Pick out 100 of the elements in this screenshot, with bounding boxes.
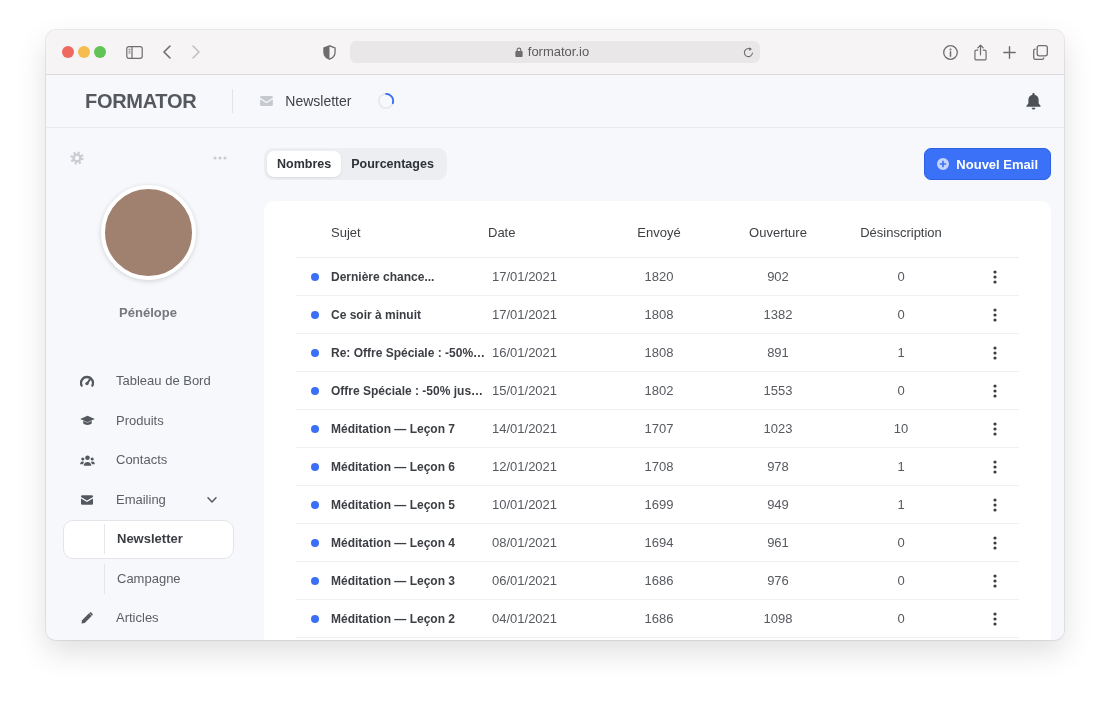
tab[interactable]: Pourcentages [341, 151, 444, 177]
table-cell: 1802 [644, 382, 674, 399]
table-cell-text: Méditation — Leçon 7 [331, 420, 456, 437]
table-cell: 1 [897, 496, 905, 513]
bell-icon[interactable] [1026, 92, 1041, 110]
more-vertical-icon[interactable] [993, 421, 997, 436]
more-vertical-icon[interactable] [993, 383, 997, 398]
table-cell: 891 [767, 344, 789, 361]
nav-item[interactable]: Produits [63, 401, 234, 441]
table-cell-text: Ce soir à minuit [331, 306, 423, 323]
user-name: Pénélope [119, 304, 177, 322]
nav-item[interactable]: Campagne [63, 559, 234, 599]
table-cell-text: 04/01/2021 [491, 610, 559, 627]
page-title: Newsletter [285, 92, 352, 110]
status-dot-icon [311, 576, 319, 585]
table-cell: 1686 [644, 610, 674, 627]
reload-icon[interactable] [743, 46, 754, 58]
table-cell: 1707 [644, 420, 674, 437]
table-cell: 902 [767, 268, 789, 285]
table-cell-text: 10/01/2021 [491, 496, 559, 513]
more-vertical-icon[interactable] [993, 307, 997, 322]
lock-icon [514, 47, 523, 57]
address-field[interactable]: formator.io [350, 41, 760, 63]
table-cell-text: 08/01/2021 [491, 534, 559, 551]
graduation-cap-icon [79, 415, 95, 427]
table-cell-text: 15/01/2021 [491, 382, 559, 399]
status-dot-icon [311, 424, 319, 433]
chevron-left-icon[interactable] [163, 45, 171, 59]
pencil-icon [81, 612, 93, 625]
table-cell-text: 16/01/2021 [491, 344, 559, 361]
table-cell-text: Méditation — Leçon 4 [331, 534, 456, 551]
table-cell: 976 [767, 572, 789, 589]
table-cell-text: 14/01/2021 [491, 420, 559, 437]
table-cell: 1382 [763, 306, 793, 323]
table-cell: 1686 [644, 572, 674, 589]
table-cell: 1098 [763, 610, 793, 627]
tabs-icon[interactable] [1033, 44, 1048, 60]
more-vertical-icon[interactable] [993, 497, 997, 512]
table-cell: 1699 [644, 496, 674, 513]
table-cell-text: 17/01/2021 [491, 268, 559, 285]
table-cell: 1708 [644, 458, 674, 475]
table-cell: 0 [897, 268, 905, 285]
gauge-icon [80, 375, 94, 388]
more-vertical-icon[interactable] [993, 345, 997, 360]
status-dot-icon [311, 310, 319, 319]
plus-icon[interactable] [1003, 45, 1016, 59]
status-dot-icon [311, 500, 319, 509]
users-icon [79, 454, 95, 466]
table-cell-text: Re: Offre Spéciale : -50%… [331, 344, 487, 361]
table-cell: 0 [897, 572, 905, 589]
table-cell: 949 [767, 496, 789, 513]
nav-item[interactable]: Contacts [63, 440, 234, 480]
table-cell: 0 [897, 534, 905, 551]
share-icon[interactable] [974, 43, 987, 61]
url-text: formator.io [527, 44, 590, 60]
table-cell: 1820 [644, 268, 674, 285]
column-header: Sujet [331, 224, 362, 242]
table-cell-text: Méditation — Leçon 6 [331, 458, 456, 475]
status-dot-icon [311, 272, 319, 281]
more-vertical-icon[interactable] [993, 459, 997, 474]
status-dot-icon [311, 462, 319, 471]
table-cell: 10 [893, 420, 909, 437]
nav-item[interactable]: Articles [63, 598, 234, 638]
status-dot-icon [311, 348, 319, 357]
more-vertical-icon[interactable] [993, 611, 997, 626]
more-vertical-icon[interactable] [993, 573, 997, 588]
window-close-button[interactable] [62, 46, 74, 58]
column-header: Désinscription [860, 224, 942, 242]
tab[interactable]: Nombres [267, 151, 342, 177]
table-cell-text: 12/01/2021 [491, 458, 559, 475]
table-cell: 1 [897, 458, 905, 475]
table-cell-text: 17/01/2021 [491, 306, 559, 323]
nav-item[interactable]: Tableau de Bord [63, 361, 234, 401]
nav-item[interactable]: Emailing [63, 480, 234, 520]
shield-icon[interactable] [323, 44, 336, 60]
more-vertical-icon[interactable] [993, 535, 997, 550]
table-cell: 0 [897, 382, 905, 399]
nav-item[interactable]: Newsletter [63, 519, 234, 559]
table-cell: 1694 [644, 534, 674, 551]
table-cell: 961 [767, 534, 789, 551]
table-cell-text: Méditation — Leçon 3 [331, 572, 456, 589]
table-cell: 1808 [644, 306, 674, 323]
more-vertical-icon[interactable] [993, 269, 997, 284]
table-cell: 1808 [644, 344, 674, 361]
new-email-button[interactable]: Nouvel Email [924, 148, 1051, 180]
table-cell-text: Méditation — Leçon 5 [331, 496, 456, 513]
table-cell-text: Méditation — Leçon 2 [331, 610, 456, 627]
table-cell: 1023 [763, 420, 793, 437]
column-header: Date [488, 224, 517, 242]
envelope-icon [81, 494, 93, 505]
info-icon[interactable] [943, 44, 958, 60]
sidebar-toggle-icon[interactable] [126, 45, 143, 59]
table-cell: 1553 [763, 382, 793, 399]
table-cell: 0 [897, 306, 905, 323]
status-dot-icon [311, 386, 319, 395]
table-cell: 0 [897, 610, 905, 627]
table-cell-text: Offre Spéciale : -50% jus… [331, 382, 485, 399]
status-dot-icon [311, 538, 319, 547]
status-dot-icon [311, 614, 319, 623]
table-cell-text: Dernière chance... [331, 268, 436, 285]
